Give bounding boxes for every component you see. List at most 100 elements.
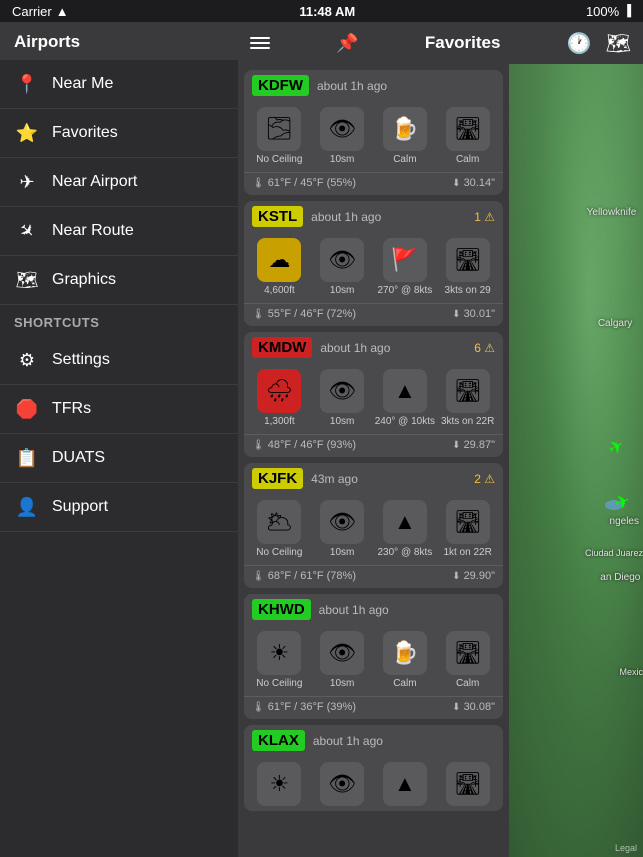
wx-icon-box: 🛣: [446, 238, 490, 282]
wx-cell-3: 🛣Calm: [436, 631, 499, 690]
weather-icons-row: ☁ 4,600ft 👁 10sm 🚩270° @ 8kts🛣 3kts on 29: [244, 232, 503, 299]
airport-footer: 🌡 61°F / 45°F (55%)⬇ 30.14": [244, 172, 503, 195]
map-view-icon[interactable]: 🗺: [606, 31, 631, 56]
sidebar-item-near-airport[interactable]: ✈ Near Airport: [0, 158, 238, 207]
wx-icon-box: 👁: [320, 369, 364, 413]
thermometer-icon: 🌡: [252, 571, 265, 582]
wx-cell-2: 🚩270° @ 8kts: [374, 238, 437, 297]
airport-alerts: 1 ⚠: [474, 210, 495, 224]
near-airport-label: Near Airport: [52, 173, 137, 191]
wx-icon-box: 👁: [320, 107, 364, 151]
airport-alerts: 6 ⚠: [474, 341, 495, 355]
wx-label: 10sm: [330, 678, 354, 690]
wx-cell-1: 👁 10sm: [311, 238, 374, 297]
airport-card-klax[interactable]: KLAXabout 1h ago☀👁▲🛣: [244, 725, 503, 811]
wx-icon-box: 👁: [320, 762, 364, 806]
weather-icons-row: 🌫No Ceiling👁10sm🍺Calm🛣Calm: [244, 101, 503, 168]
clock-icon[interactable]: 🕐: [567, 31, 592, 56]
airport-code: KHWD: [252, 599, 311, 620]
wx-cell-0: 🌥No Ceiling: [248, 500, 311, 559]
near-airport-icon: ✈: [14, 169, 40, 195]
hamburger-menu[interactable]: [250, 37, 270, 49]
airport-card-kmdw[interactable]: KMDWabout 1h ago6 ⚠🌧1,300ft👁10sm▲240° @ …: [244, 332, 503, 457]
wx-icon-box: 🌧: [257, 369, 301, 413]
airport-code: KLAX: [252, 730, 305, 751]
weather-icons-row: 🌥No Ceiling👁10sm▲230° @ 8kts🛣1kt on 22R: [244, 494, 503, 561]
airport-card-khwd[interactable]: KHWDabout 1h ago☀No Ceiling👁10sm🍺Calm🛣Ca…: [244, 594, 503, 719]
duats-icon: 📋: [14, 445, 40, 471]
favorites-icon: ⭐: [14, 120, 40, 146]
wx-cell-1: 👁: [311, 762, 374, 809]
wx-icon-box: ☁: [257, 238, 301, 282]
status-bar: Carrier ▲ 11:48 AM 100% ▐: [0, 0, 643, 22]
wx-icon-box: 🛣: [446, 631, 490, 675]
tfrs-icon: 🛑: [14, 396, 40, 422]
sidebar-item-graphics[interactable]: 🗺 Graphics: [0, 256, 238, 305]
sidebar-item-near-route[interactable]: ✈ Near Route: [0, 207, 238, 256]
favorites-label: Favorites: [52, 124, 118, 142]
hamburger-line-1: [250, 37, 270, 39]
sidebar-item-near-me[interactable]: 📍 Near Me: [0, 60, 238, 109]
sidebar-item-support[interactable]: 👤 Support: [0, 483, 238, 532]
wifi-icon: ▲: [56, 4, 69, 19]
hamburger-line-3: [250, 47, 270, 49]
airport-code: KDFW: [252, 75, 309, 96]
airport-code: KMDW: [252, 337, 312, 358]
status-bar-right: 100% ▐: [586, 4, 631, 19]
sidebar-item-favorites[interactable]: ⭐ Favorites: [0, 109, 238, 158]
thermometer-icon: 🌡: [252, 702, 265, 713]
map-label-sandiego: an Diego: [600, 572, 640, 583]
wx-icon-box: ☀: [257, 762, 301, 806]
wx-label: 3kts on 29: [445, 285, 491, 297]
wx-label: 4,600ft: [264, 285, 295, 297]
wx-cell-3: 🛣 3kts on 29: [436, 238, 499, 297]
settings-label: Settings: [52, 351, 110, 369]
sidebar-item-duats[interactable]: 📋 DUATS: [0, 434, 238, 483]
graphics-label: Graphics: [52, 271, 116, 289]
wx-label: 1,300ft: [264, 416, 295, 428]
wx-label: No Ceiling: [256, 154, 302, 166]
footer-temp: 🌡 48°F / 46°F (93%): [252, 439, 356, 451]
footer-pressure: ⬇ 29.90": [452, 570, 495, 582]
pin-icon[interactable]: 📌: [336, 33, 358, 54]
nav-title: Favorites: [425, 33, 501, 53]
wx-icon-box: 🚩: [383, 238, 427, 282]
wx-icon-box: 👁: [320, 500, 364, 544]
thermometer-icon: 🌡: [252, 178, 265, 189]
footer-temp: 🌡 61°F / 36°F (39%): [252, 701, 356, 713]
airport-card-kjfk[interactable]: KJFK43m ago2 ⚠🌥No Ceiling👁10sm▲230° @ 8k…: [244, 463, 503, 588]
wx-cell-3: 🛣: [436, 762, 499, 809]
map-label-yellowknife: Yellowknife: [587, 207, 637, 218]
airport-time: about 1h ago: [320, 341, 466, 355]
wx-icon-box: 👁: [320, 238, 364, 282]
footer-pressure: ⬇ 30.14": [452, 177, 495, 189]
airport-time: about 1h ago: [317, 79, 495, 93]
wx-cell-1: 👁 10sm: [311, 500, 374, 559]
sidebar-item-settings[interactable]: ⚙ Settings: [0, 336, 238, 385]
sidebar: Airports 📍 Near Me ⭐ Favorites ✈ Near Ai…: [0, 22, 238, 857]
map-area[interactable]: Yellowknife Calgary ngeles an Diego Ciud…: [509, 64, 643, 857]
airport-code: KSTL: [252, 206, 303, 227]
airport-footer: 🌡 55°F / 46°F (72%)⬇ 30.01": [244, 303, 503, 326]
airport-card-kstl[interactable]: KSTLabout 1h ago1 ⚠☁4,600ft👁10sm🚩270° @ …: [244, 201, 503, 326]
hamburger-line-2: [250, 42, 270, 44]
wx-icon-box: ▲: [383, 500, 427, 544]
airport-card-kdfw[interactable]: KDFWabout 1h ago🌫No Ceiling👁10sm🍺Calm🛣Ca…: [244, 70, 503, 195]
wx-label: 10sm: [330, 285, 354, 297]
sidebar-item-tfrs[interactable]: 🛑 TFRs: [0, 385, 238, 434]
right-panel: 📌 Favorites 🕐 🗺 KDFWabout 1h ago🌫No Ceil…: [238, 22, 643, 857]
airport-code: KJFK: [252, 468, 303, 489]
airport-header-kjfk: KJFK43m ago2 ⚠: [244, 463, 503, 494]
wx-icon-box: ▲: [383, 369, 427, 413]
wx-label: 10sm: [330, 416, 354, 428]
near-route-label: Near Route: [52, 222, 134, 240]
weather-icons-row: 🌧1,300ft👁10sm▲240° @ 10kts🛣3kts on 22R: [244, 363, 503, 430]
altimeter-icon: ⬇: [452, 309, 460, 320]
wx-icon-box: 🛣: [446, 107, 490, 151]
wx-icon-box: ▲: [383, 762, 427, 806]
shortcuts-header: Shortcuts: [0, 305, 238, 336]
wx-label: 10sm: [330, 547, 354, 559]
content-area: KDFWabout 1h ago🌫No Ceiling👁10sm🍺Calm🛣Ca…: [238, 64, 643, 857]
footer-pressure: ⬇ 30.08": [452, 701, 495, 713]
wx-cell-0: ☁ 4,600ft: [248, 238, 311, 297]
